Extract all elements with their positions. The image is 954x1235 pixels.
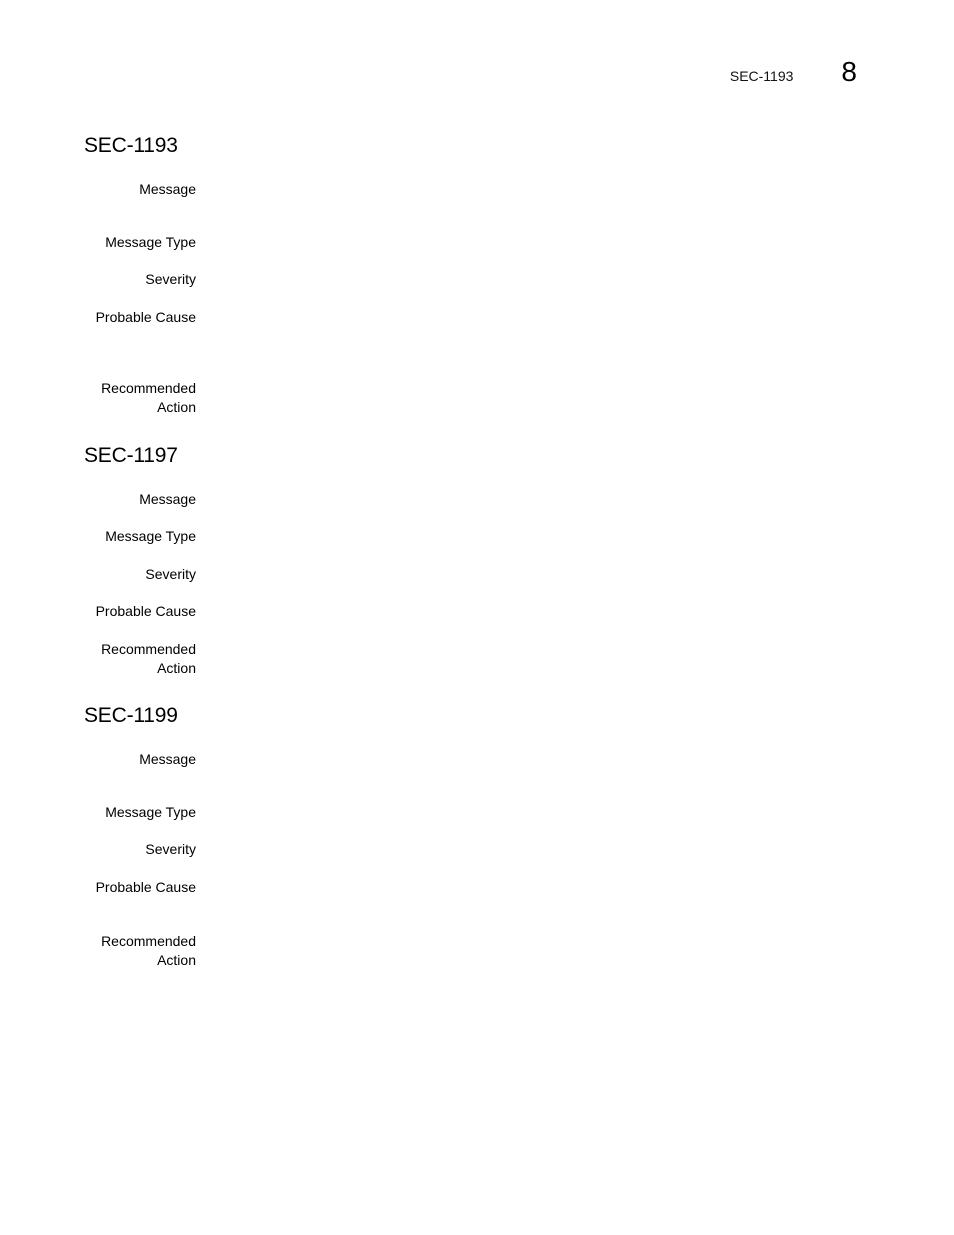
field-label-message-type: Message Type: [105, 804, 196, 820]
field-label-severity: Severity: [145, 271, 196, 287]
entry-title: SEC-1197: [84, 444, 178, 467]
field-label-probable-cause: Probable Cause: [95, 879, 196, 895]
field-label-message: Message: [139, 751, 196, 767]
field-label-message-type: Message Type: [105, 528, 196, 544]
message-entry: SEC-1197 Message Message Type Severity P…: [84, 444, 884, 676]
field-label-message: Message: [139, 181, 196, 197]
field-label-recommended-action-line1: Recommended: [101, 380, 196, 396]
running-header-title: SEC-1193: [729, 68, 794, 84]
field-label-message-type: Message Type: [105, 234, 196, 250]
field-label-recommended-action: Recommended Action: [84, 640, 196, 678]
field-label-recommended-action: Recommended Action: [84, 379, 196, 417]
field-label-message: Message: [139, 491, 196, 507]
field-label-severity: Severity: [145, 566, 196, 582]
message-entry: SEC-1199 Message Message Type Severity P…: [84, 704, 884, 968]
field-label-recommended-action-line2: Action: [157, 952, 196, 968]
entry-title: SEC-1199: [84, 704, 178, 727]
field-label-recommended-action: Recommended Action: [84, 932, 196, 970]
field-label-probable-cause: Probable Cause: [95, 309, 196, 325]
field-label-probable-cause: Probable Cause: [95, 603, 196, 619]
running-header: SEC-1193 8: [730, 58, 857, 86]
message-entry: SEC-1193 Message Message Type Severity P…: [84, 134, 884, 415]
chapter-number: 8: [841, 56, 857, 87]
field-label-recommended-action-line1: Recommended: [101, 933, 196, 949]
field-label-recommended-action-line2: Action: [157, 399, 196, 415]
field-label-severity: Severity: [145, 841, 196, 857]
entry-title: SEC-1193: [84, 134, 178, 157]
field-label-recommended-action-line2: Action: [157, 660, 196, 676]
field-label-recommended-action-line1: Recommended: [101, 641, 196, 657]
